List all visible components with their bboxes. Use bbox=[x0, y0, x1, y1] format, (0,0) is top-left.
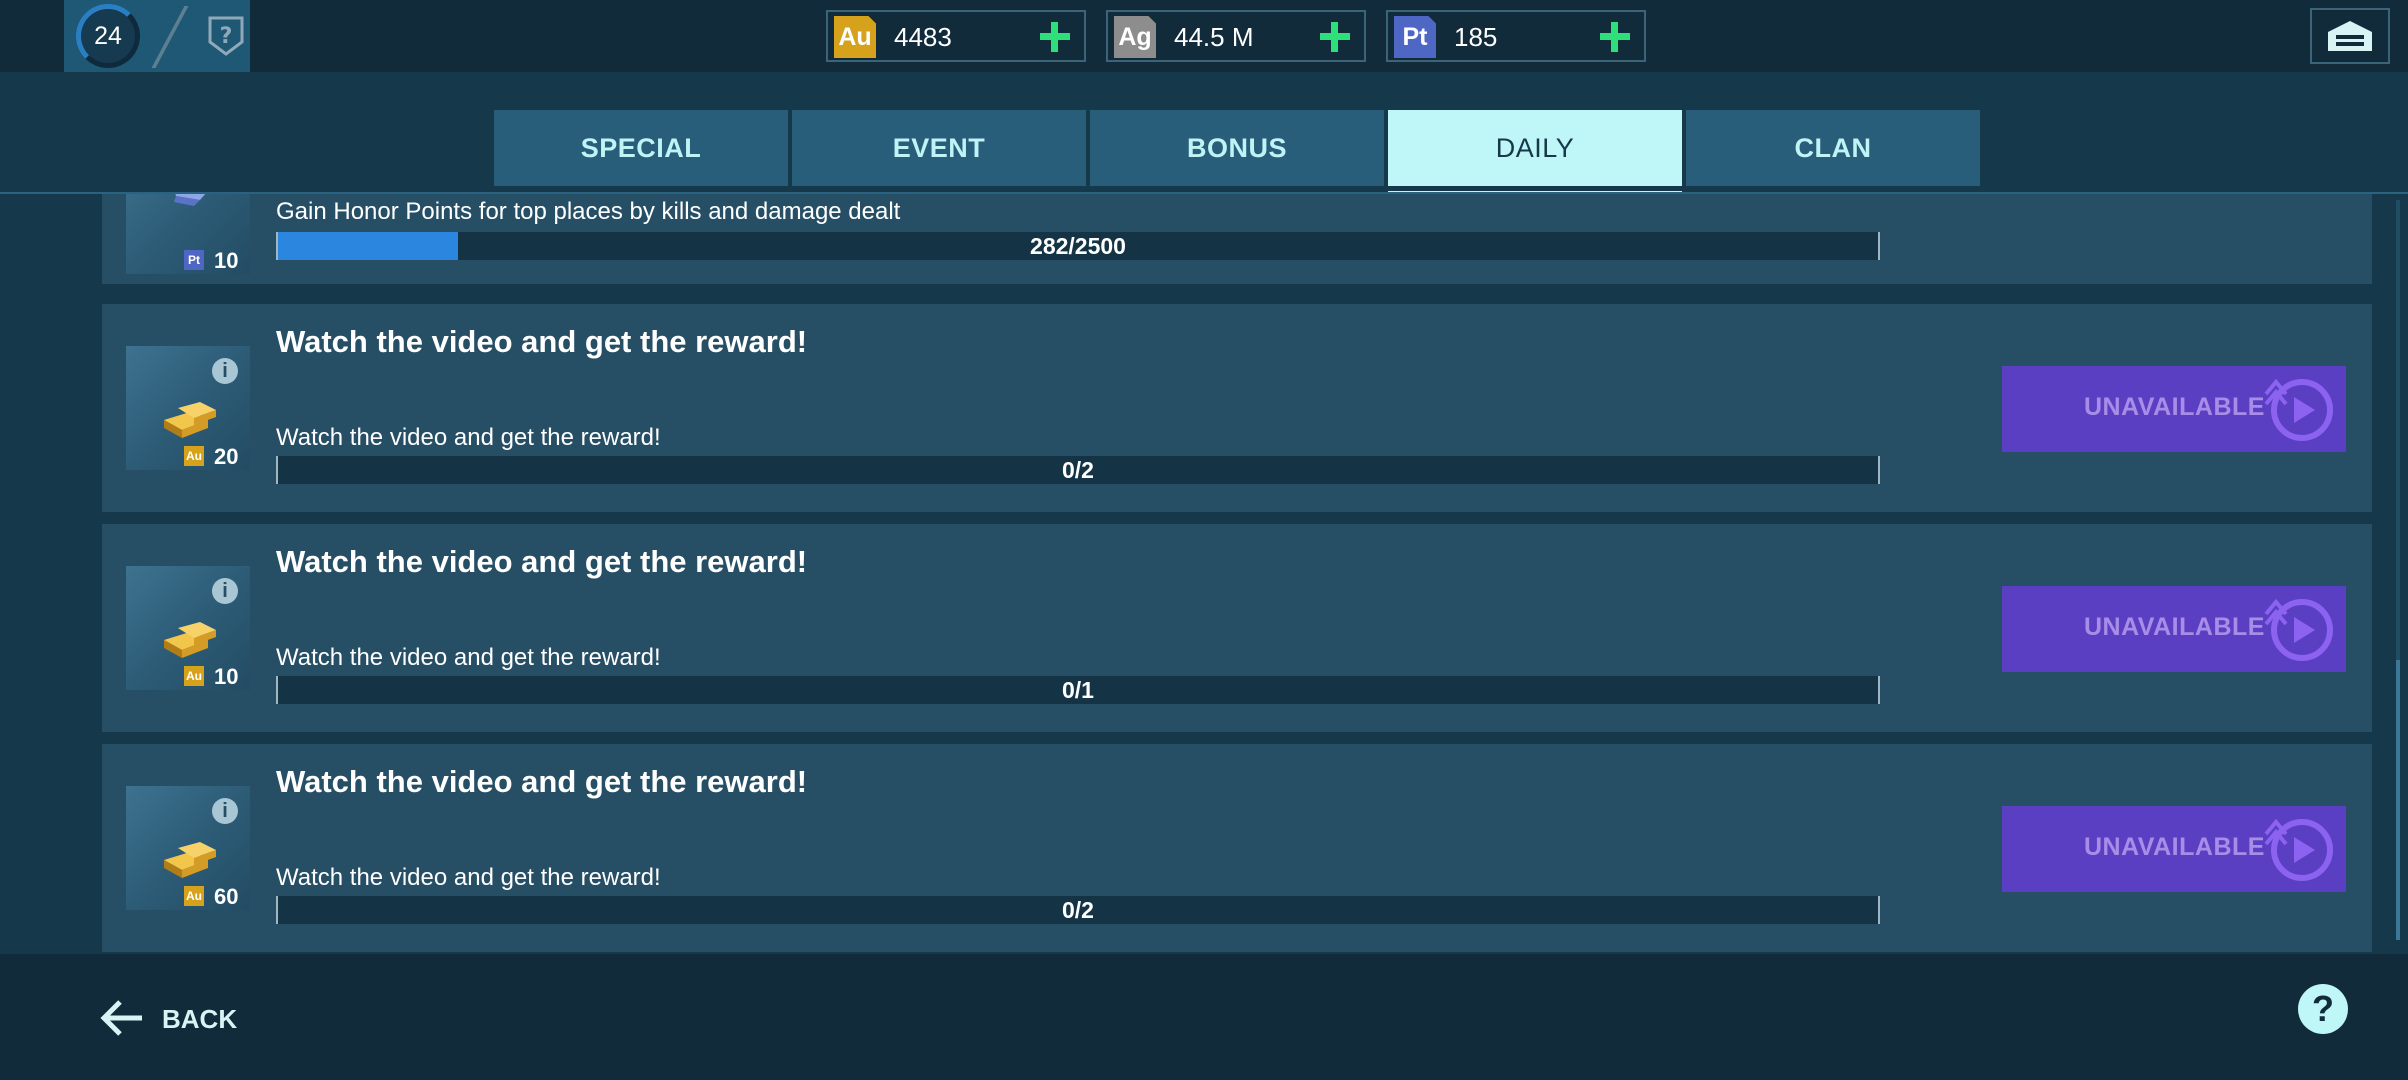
gold-bars-icon bbox=[164, 842, 216, 878]
task-row: i Au 60 Watch the video and get the rewa… bbox=[102, 744, 2372, 952]
unavailable-label: UNAVAILABLE bbox=[2084, 393, 2265, 421]
tab-event[interactable]: EVENT bbox=[792, 110, 1086, 186]
reward-amount: 10 bbox=[214, 248, 239, 273]
silver-badge-icon: Ag bbox=[1114, 16, 1156, 58]
progress-bar: 0/2 bbox=[276, 456, 1880, 484]
gold-bars-icon bbox=[164, 402, 216, 438]
progress-text: 0/2 bbox=[1062, 897, 1094, 923]
task-row: Pt 10 Gain Honor Points for top places b… bbox=[102, 194, 2372, 284]
task-title: Watch the video and get the reward! bbox=[276, 324, 808, 359]
player-level: 24 bbox=[94, 21, 122, 50]
unavailable-button[interactable]: UNAVAILABLE bbox=[2002, 366, 2346, 452]
platinum-small-icon: Pt bbox=[184, 250, 204, 270]
task-description: Gain Honor Points for top places by kill… bbox=[276, 198, 901, 225]
progress-bar: 0/1 bbox=[276, 676, 1880, 704]
reward-thumbnail[interactable]: i Au 60 bbox=[126, 786, 250, 910]
platinum-crystal-icon bbox=[170, 194, 214, 206]
play-video-icon bbox=[2264, 818, 2333, 881]
progress-text: 0/1 bbox=[1062, 677, 1094, 703]
arrow-left-icon bbox=[100, 1000, 142, 1036]
unknown-rank-shield-icon[interactable]: ? bbox=[206, 14, 246, 58]
add-platinum-plus-icon[interactable] bbox=[1598, 20, 1632, 54]
progress-text: 0/2 bbox=[1062, 457, 1094, 483]
reward-thumbnail[interactable]: i Au 20 bbox=[126, 346, 250, 470]
gold-small-icon: Au bbox=[184, 886, 204, 906]
task-title: Watch the video and get the reward! bbox=[276, 764, 808, 799]
info-icon[interactable]: i bbox=[212, 578, 238, 604]
unavailable-button[interactable]: UNAVAILABLE bbox=[2002, 806, 2346, 892]
platinum-badge-icon: Pt bbox=[1394, 16, 1436, 58]
garage-button[interactable] bbox=[2310, 8, 2390, 64]
add-silver-plus-icon[interactable] bbox=[1318, 20, 1352, 54]
progress-text: 282/2500 bbox=[1030, 233, 1126, 259]
level-ring: 24 bbox=[76, 4, 140, 68]
tab-bonus[interactable]: BONUS bbox=[1090, 110, 1384, 186]
player-level-panel[interactable]: 24 ? bbox=[64, 0, 250, 72]
unavailable-label: UNAVAILABLE bbox=[2084, 833, 2265, 861]
gold-small-icon: Au bbox=[184, 446, 204, 466]
task-description: Watch the video and get the reward! bbox=[276, 864, 661, 891]
task-description: Watch the video and get the reward! bbox=[276, 644, 661, 671]
gold-bars-icon bbox=[164, 622, 216, 658]
reward-thumbnail[interactable]: i Au 10 bbox=[126, 566, 250, 690]
top-bar: 24 ? Au 4483 Ag 44.5 M Pt 185 bbox=[0, 0, 2408, 72]
svg-text:?: ? bbox=[220, 24, 233, 49]
platinum-amount: 185 bbox=[1454, 22, 1498, 52]
back-button[interactable]: BACK bbox=[100, 988, 250, 1048]
gold-amount: 4483 bbox=[894, 22, 952, 52]
garage-icon bbox=[2328, 21, 2372, 51]
silver-amount: 44.5 M bbox=[1174, 22, 1254, 52]
help-button[interactable]: ? bbox=[2298, 984, 2348, 1034]
back-label: BACK bbox=[162, 1004, 238, 1034]
tab-bar: SPECIAL EVENT BONUS DAILY CLAN bbox=[494, 110, 1980, 194]
task-list[interactable]: Pt 10 Gain Honor Points for top places b… bbox=[102, 194, 2372, 954]
task-description: Watch the video and get the reward! bbox=[276, 424, 661, 451]
info-icon[interactable]: i bbox=[212, 358, 238, 384]
currency-silver[interactable]: Ag 44.5 M bbox=[1106, 10, 1366, 62]
task-row: i Au 10 Watch the video and get the rewa… bbox=[102, 524, 2372, 732]
scrollbar-thumb[interactable] bbox=[2396, 660, 2400, 940]
play-video-icon bbox=[2264, 378, 2333, 441]
tab-special[interactable]: SPECIAL bbox=[494, 110, 788, 186]
play-video-icon bbox=[2264, 598, 2333, 661]
reward-amount: 20 bbox=[214, 444, 239, 469]
reward-thumbnail[interactable]: Pt 10 bbox=[126, 194, 250, 274]
gold-small-icon: Au bbox=[184, 666, 204, 686]
scrollbar[interactable] bbox=[2396, 200, 2400, 940]
divider bbox=[151, 6, 189, 68]
task-title: Watch the video and get the reward! bbox=[276, 544, 808, 579]
progress-bar: 0/2 bbox=[276, 896, 1880, 924]
info-icon[interactable]: i bbox=[212, 798, 238, 824]
tab-daily[interactable]: DAILY bbox=[1388, 110, 1682, 194]
currency-gold[interactable]: Au 4483 bbox=[826, 10, 1086, 62]
add-gold-plus-icon[interactable] bbox=[1038, 20, 1072, 54]
bottom-bar: BACK ? bbox=[0, 954, 2408, 1080]
currency-platinum[interactable]: Pt 185 bbox=[1386, 10, 1646, 62]
unavailable-label: UNAVAILABLE bbox=[2084, 613, 2265, 641]
reward-amount: 60 bbox=[214, 884, 239, 909]
gold-badge-icon: Au bbox=[834, 16, 876, 58]
tab-clan[interactable]: CLAN bbox=[1686, 110, 1980, 186]
unavailable-button[interactable]: UNAVAILABLE bbox=[2002, 586, 2346, 672]
progress-bar: 282/2500 bbox=[276, 232, 1880, 260]
reward-amount: 10 bbox=[214, 664, 239, 689]
task-row: i Au 20 Watch the video and get the rewa… bbox=[102, 304, 2372, 512]
